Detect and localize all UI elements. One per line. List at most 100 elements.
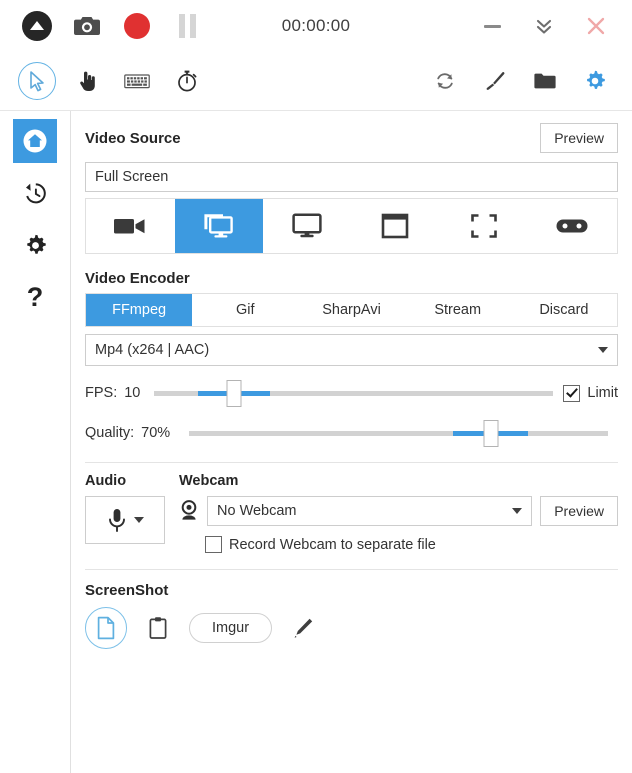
sidebar-item-settings[interactable] bbox=[13, 223, 57, 267]
close-icon bbox=[587, 17, 605, 35]
refresh-icon bbox=[437, 73, 453, 89]
quality-slider[interactable] bbox=[189, 420, 608, 447]
multi-monitor-icon bbox=[204, 214, 234, 238]
brush-icon bbox=[486, 72, 505, 90]
file-document-icon bbox=[97, 616, 115, 640]
tab-stream[interactable]: Stream bbox=[405, 294, 511, 326]
video-encoder-section: Video Encoder FFmpeg Gif SharpAvi Stream… bbox=[85, 270, 618, 447]
brush-button[interactable] bbox=[470, 57, 520, 105]
microphone-icon bbox=[109, 509, 125, 532]
title-bar-actions bbox=[0, 4, 212, 48]
folder-icon bbox=[534, 73, 556, 89]
collapse-button[interactable] bbox=[518, 3, 570, 49]
minimize-button[interactable] bbox=[466, 3, 518, 49]
settings-button[interactable] bbox=[570, 57, 620, 105]
gear-icon bbox=[26, 234, 46, 254]
camera-icon bbox=[74, 17, 100, 35]
cursor-tool-button[interactable] bbox=[12, 57, 62, 105]
stopwatch-icon bbox=[178, 70, 197, 92]
webcam-title: Webcam bbox=[179, 473, 239, 489]
main-content: Video Source Preview Full Screen Video E… bbox=[71, 111, 632, 773]
sidebar-item-home[interactable] bbox=[13, 119, 57, 163]
chevron-down-icon bbox=[134, 517, 144, 523]
clipboard-icon bbox=[149, 617, 167, 639]
encoder-format-select[interactable]: Mp4 (x264 | AAC) bbox=[85, 334, 618, 366]
video-camera-icon bbox=[113, 219, 145, 234]
video-preview-button[interactable]: Preview bbox=[540, 123, 618, 153]
double-chevron-down-icon bbox=[536, 19, 552, 34]
fps-limit-label: Limit bbox=[587, 385, 618, 401]
webcam-select[interactable]: No Webcam bbox=[207, 496, 533, 526]
window-controls bbox=[466, 3, 632, 49]
screenshot-targets-row: Imgur bbox=[85, 607, 618, 649]
tab-gif[interactable]: Gif bbox=[192, 294, 298, 326]
webcam-column: Webcam No Webcam Preview Record Webcam t… bbox=[179, 473, 618, 553]
gamepad-icon bbox=[556, 219, 588, 233]
window-icon bbox=[381, 213, 409, 239]
imgur-button[interactable]: Imgur bbox=[189, 613, 273, 643]
chevron-down-icon bbox=[598, 347, 608, 353]
tab-ffmpeg[interactable]: FFmpeg bbox=[86, 294, 193, 326]
gear-icon bbox=[587, 70, 605, 89]
screenshot-button[interactable] bbox=[62, 4, 112, 48]
captura-logo-icon bbox=[22, 11, 52, 41]
timer-tool-button[interactable] bbox=[162, 57, 212, 105]
monitor-icon bbox=[292, 213, 322, 238]
history-icon bbox=[25, 182, 46, 203]
webcam-preview-button[interactable]: Preview bbox=[540, 496, 618, 526]
screenshot-title: ScreenShot bbox=[85, 582, 169, 599]
audio-source-button[interactable] bbox=[85, 496, 165, 544]
keystrokes-tool-button[interactable] bbox=[112, 57, 162, 105]
tab-discard[interactable]: Discard bbox=[511, 294, 617, 326]
source-mode-desktop-duplication[interactable] bbox=[174, 199, 263, 253]
fps-slider[interactable] bbox=[154, 380, 554, 407]
chevron-down-icon bbox=[512, 508, 523, 514]
screenshot-target-disk[interactable] bbox=[85, 607, 127, 649]
app-logo-button[interactable] bbox=[12, 4, 62, 48]
source-mode-region[interactable] bbox=[440, 199, 529, 253]
question-mark-icon: ? bbox=[26, 281, 44, 312]
refresh-button[interactable] bbox=[420, 57, 470, 105]
keyboard-icon bbox=[124, 74, 150, 89]
checkbox-checked-icon bbox=[563, 384, 581, 402]
source-mode-window[interactable] bbox=[352, 199, 441, 253]
tab-sharpavi[interactable]: SharpAvi bbox=[298, 294, 404, 326]
cursor-icon bbox=[30, 71, 44, 92]
captura-window: 00:00:00 ? Video Source Preview Full Scr… bbox=[0, 0, 632, 773]
divider-audio bbox=[85, 462, 618, 463]
fps-limit-checkbox[interactable]: Limit bbox=[563, 384, 618, 402]
source-mode-video-device[interactable] bbox=[86, 199, 175, 253]
source-mode-game[interactable] bbox=[529, 199, 618, 253]
sidebar-item-help[interactable]: ? bbox=[13, 275, 57, 319]
quality-value: 70% bbox=[141, 425, 171, 441]
close-button[interactable] bbox=[570, 3, 622, 49]
screenshot-target-clipboard[interactable] bbox=[137, 607, 179, 649]
quality-slider-thumb[interactable] bbox=[483, 420, 499, 447]
fps-label: FPS: bbox=[85, 385, 118, 401]
tool-bar bbox=[0, 52, 632, 111]
screenshot-section: ScreenShot Imgur bbox=[85, 582, 618, 649]
webcam-icon bbox=[181, 500, 197, 520]
webcam-value: No Webcam bbox=[217, 503, 297, 519]
divider-screenshot bbox=[85, 569, 618, 570]
folder-button[interactable] bbox=[520, 57, 570, 105]
webcam-separate-file-checkbox[interactable]: Record Webcam to separate file bbox=[205, 536, 618, 553]
record-button[interactable] bbox=[112, 4, 162, 48]
click-tool-button[interactable] bbox=[62, 57, 112, 105]
minimize-icon bbox=[483, 24, 501, 28]
screenshot-editor-button[interactable] bbox=[282, 607, 324, 649]
fps-value: 10 bbox=[124, 385, 141, 401]
fps-row: FPS: 10 Limit bbox=[85, 380, 618, 407]
region-brackets-icon bbox=[470, 214, 497, 238]
app-body: ? Video Source Preview Full Screen Video… bbox=[0, 111, 632, 773]
pause-button[interactable] bbox=[162, 4, 212, 48]
audio-column: Audio bbox=[85, 473, 165, 553]
sidebar-item-history[interactable] bbox=[13, 171, 57, 215]
sidebar: ? bbox=[0, 111, 71, 773]
video-source-value[interactable]: Full Screen bbox=[85, 162, 618, 192]
hand-click-icon bbox=[80, 71, 95, 91]
video-encoder-title: Video Encoder bbox=[85, 270, 190, 287]
webcam-separate-file-label: Record Webcam to separate file bbox=[229, 536, 436, 553]
fps-slider-thumb[interactable] bbox=[226, 380, 242, 407]
source-mode-screen[interactable] bbox=[263, 199, 352, 253]
